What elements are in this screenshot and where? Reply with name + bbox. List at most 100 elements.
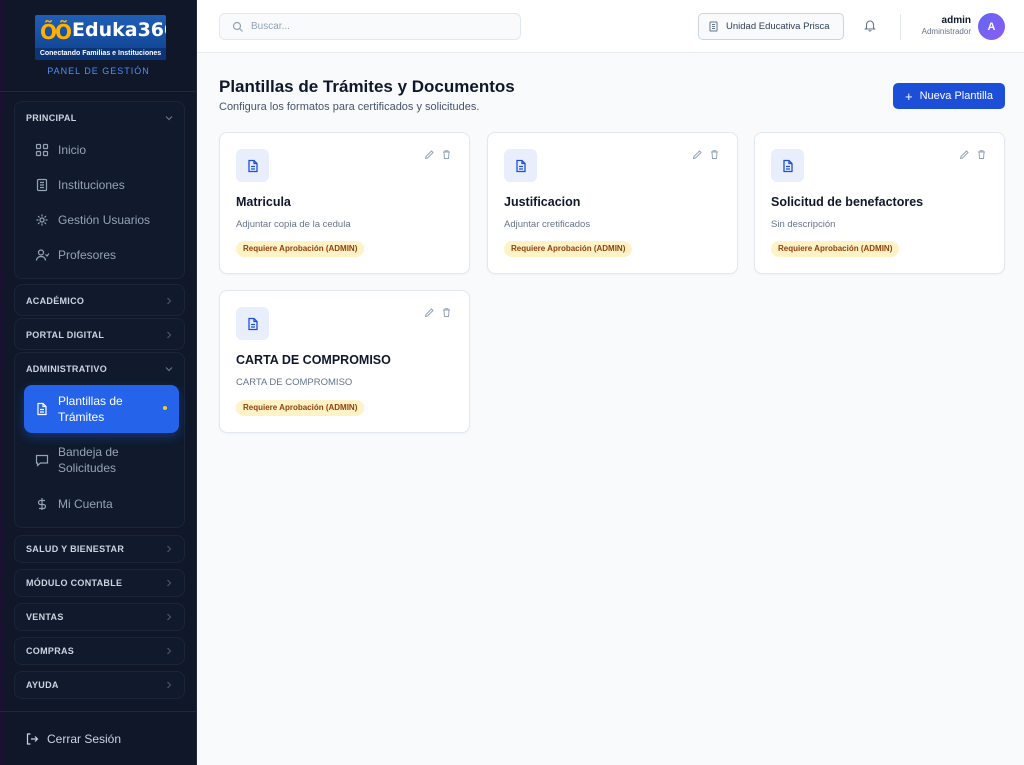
chevron-right-icon [165, 681, 173, 689]
nav-group-header: COMPRAS [15, 638, 184, 664]
nav-group-salud-bienestar[interactable]: SALUD Y BIENESTAR [14, 535, 185, 563]
document-icon [771, 149, 804, 182]
nav-group-academico[interactable]: ACADÉMICO [14, 284, 185, 316]
message-icon [35, 453, 49, 467]
nav-group-header: VENTAS [15, 604, 184, 630]
logout-button[interactable]: Cerrar Sesión [0, 711, 197, 765]
brand: ÕÕ Eduka360 Conectando Familias e Instit… [0, 0, 197, 92]
nav-group-header: AYUDA [15, 672, 184, 698]
nav-group-title: PORTAL DIGITAL [26, 330, 105, 340]
chevron-right-icon [165, 297, 173, 305]
nav-group-header: PORTAL DIGITAL [15, 319, 184, 351]
user-icon [35, 248, 49, 262]
sidebar-item-gestion-usuarios[interactable]: Gestión Usuarios [24, 203, 179, 237]
sidebar-item-profesores[interactable]: Profesores [24, 238, 179, 272]
chevron-right-icon [165, 613, 173, 621]
nav-group-title: SALUD Y BIENESTAR [26, 544, 125, 554]
nav-group-title: ADMINISTRATIVO [26, 364, 108, 374]
nav-group-header-principal[interactable]: PRINCIPAL [15, 102, 184, 134]
card-actions [692, 149, 720, 160]
nav-group-ventas[interactable]: VENTAS [14, 603, 185, 631]
document-icon [236, 149, 269, 182]
institution-selector[interactable]: Unidad Educativa Prisca [698, 13, 844, 40]
nav-group-portal-digital[interactable]: PORTAL DIGITAL [14, 318, 185, 350]
edit-icon[interactable] [424, 307, 435, 318]
approval-badge: Requiere Aprobación (ADMIN) [236, 400, 365, 416]
nav-group-ayuda[interactable]: AYUDA [14, 671, 185, 699]
edit-icon[interactable] [692, 149, 703, 160]
new-template-label: Nueva Plantilla [919, 90, 993, 102]
nav-group-title: COMPRAS [26, 646, 75, 656]
nav-group-header-administrativo[interactable]: ADMINISTRATIVO [15, 353, 184, 385]
nav-group-header: MÓDULO CONTABLE [15, 570, 184, 596]
bell-icon[interactable] [863, 18, 877, 32]
trash-icon[interactable] [441, 307, 452, 318]
nav-group-title: PRINCIPAL [26, 113, 77, 123]
card-title: CARTA DE COMPROMISO [236, 353, 391, 367]
owl-logo-icon: ÕÕ [40, 20, 72, 44]
card-description: Adjuntar cretificados [504, 219, 591, 230]
nav-group-compras[interactable]: COMPRAS [14, 637, 185, 665]
building-icon [35, 178, 49, 192]
edit-icon[interactable] [959, 149, 970, 160]
sidebar-item-label: Mi Cuenta [58, 497, 113, 511]
sidebar-item-inicio[interactable]: Inicio [24, 133, 179, 167]
logo[interactable]: ÕÕ Eduka360 Conectando Familias e Instit… [35, 15, 166, 60]
template-card[interactable]: Solicitud de benefactores Sin descripció… [754, 132, 1005, 274]
search-box[interactable] [219, 13, 521, 40]
logo-tagline: Conectando Familias e Instituciones [35, 48, 166, 60]
institution-name: Unidad Educativa Prisca [726, 21, 830, 32]
avatar[interactable]: A [978, 13, 1005, 40]
chevron-down-icon [165, 114, 173, 122]
document-icon [35, 402, 49, 416]
sidebar-item-label: Bandeja de Solicitudes [58, 445, 119, 475]
nav-group-header: ACADÉMICO [15, 285, 184, 317]
nav-group-administrativo: ADMINISTRATIVO Plantillas de Trámites Ba… [14, 352, 185, 528]
document-icon [236, 307, 269, 340]
sidebar-item-label: Plantillas de Trámites [58, 394, 123, 424]
search-input[interactable] [251, 21, 501, 32]
logo-name: Eduka360 [72, 19, 166, 41]
trash-icon[interactable] [976, 149, 987, 160]
topbar: Unidad Educativa Prisca admin Administra… [197, 0, 1024, 53]
user-name: admin [941, 15, 971, 26]
chevron-right-icon [165, 331, 173, 339]
sidebar-item-label: Inicio [58, 143, 87, 157]
card-description: Adjuntar copia de la cedula [236, 219, 351, 230]
sidebar-item-label: Instituciones [58, 178, 125, 192]
nav-group-title: MÓDULO CONTABLE [26, 578, 123, 588]
card-actions [959, 149, 987, 160]
template-card[interactable]: Matricula Adjuntar copia de la cedula Re… [219, 132, 470, 274]
card-actions [424, 149, 452, 160]
trash-icon[interactable] [441, 149, 452, 160]
nav-group-header: SALUD Y BIENESTAR [15, 536, 184, 562]
sidebar-item-instituciones[interactable]: Instituciones [24, 168, 179, 202]
chevron-right-icon [165, 579, 173, 587]
template-card[interactable]: CARTA DE COMPROMISO CARTA DE COMPROMISO … [219, 290, 470, 433]
approval-badge: Requiere Aprobación (ADMIN) [504, 241, 633, 257]
nav-group-modulo-contable[interactable]: MÓDULO CONTABLE [14, 569, 185, 597]
user-role: Administrador [921, 27, 971, 36]
nav-group-title: VENTAS [26, 612, 64, 622]
edit-icon[interactable] [424, 149, 435, 160]
trash-icon[interactable] [709, 149, 720, 160]
document-icon [504, 149, 537, 182]
nav-group-principal: PRINCIPAL Inicio Instituciones Gestión U… [14, 101, 185, 279]
sidebar-item-bandeja-solicitudes[interactable]: Bandeja de Solicitudes [24, 443, 179, 477]
card-description: CARTA DE COMPROMISO [236, 377, 353, 388]
template-card[interactable]: Justificacion Adjuntar cretificados Requ… [487, 132, 738, 274]
dollar-icon [35, 497, 49, 511]
user-info[interactable]: admin Administrador [911, 15, 971, 37]
chevron-right-icon [165, 647, 173, 655]
approval-badge: Requiere Aprobación (ADMIN) [771, 241, 900, 257]
sidebar-edge [0, 0, 4, 765]
sidebar-item-label: Profesores [58, 248, 117, 262]
grid-icon [35, 143, 49, 157]
new-template-button[interactable]: + Nueva Plantilla [893, 83, 1005, 109]
sidebar-item-plantillas-tramites[interactable]: Plantillas de Trámites [24, 385, 179, 433]
gear-icon [35, 213, 49, 227]
approval-badge: Requiere Aprobación (ADMIN) [236, 241, 365, 257]
sidebar-item-mi-cuenta[interactable]: Mi Cuenta [24, 487, 179, 521]
active-indicator-dot [163, 406, 167, 410]
topbar-divider [900, 14, 901, 40]
